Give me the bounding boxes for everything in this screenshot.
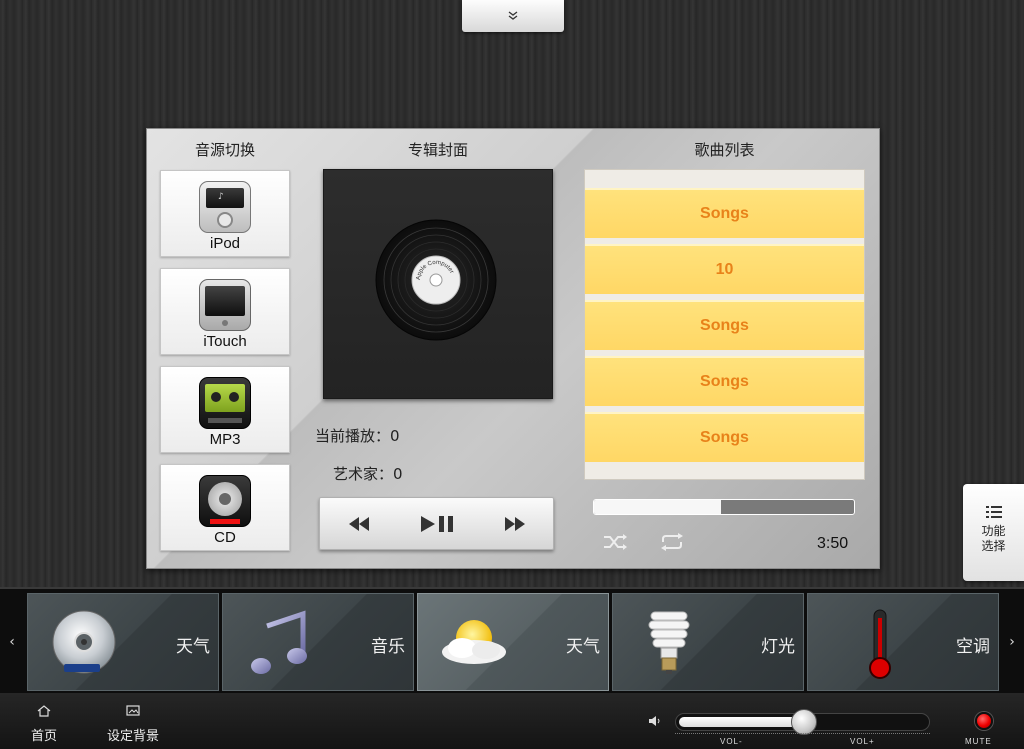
home-label: 首页 xyxy=(30,729,57,744)
artist-row: 艺术家：0 xyxy=(333,463,403,484)
tile-music[interactable]: 音乐 xyxy=(222,593,414,691)
source-mp3-button[interactable]: MP3 xyxy=(160,366,290,453)
tile-weather-1[interactable]: 天气 xyxy=(27,593,219,691)
album-cover: Apple Computer xyxy=(323,169,553,399)
volume-knob[interactable] xyxy=(790,709,817,735)
source-label: iPod xyxy=(209,235,241,252)
picture-icon xyxy=(126,705,140,716)
media-panel: 音源切换 专辑封面 歌曲列表 ♪ iPod iTouch MP3 CD Appl… xyxy=(146,128,880,569)
fast-forward-icon xyxy=(505,517,525,531)
itouch-icon xyxy=(199,279,251,331)
light-bulb-icon xyxy=(648,611,690,674)
play-pause-button[interactable] xyxy=(420,512,456,536)
fast-forward-button[interactable] xyxy=(500,512,530,536)
bottom-bar: 首页 设定背景 VOL- VOL+ MUTE xyxy=(0,693,1024,749)
playback-time: 3:50 xyxy=(817,535,849,552)
artist-label: 艺术家： xyxy=(333,465,394,483)
cd-remote-icon xyxy=(199,475,251,527)
tile-label: 灯光 xyxy=(761,637,795,657)
progress-fill xyxy=(594,500,722,514)
tile-label: 天气 xyxy=(566,637,600,657)
function-label-line1: 功能 xyxy=(981,524,1006,538)
shuffle-icon xyxy=(604,534,627,550)
chevron-left-icon: ‹ xyxy=(9,634,15,650)
volume-fill xyxy=(679,717,804,727)
source-label: iTouch xyxy=(203,333,247,350)
volume-up-label[interactable]: VOL+ xyxy=(850,737,875,746)
rewind-icon xyxy=(349,517,369,531)
repeat-icon xyxy=(661,533,683,551)
mp3-player-icon xyxy=(199,377,251,429)
now-playing-label: 当前播放： xyxy=(315,427,391,445)
chevron-down-icon xyxy=(508,11,518,20)
song-item[interactable]: Songs xyxy=(585,188,864,238)
home-button[interactable]: 首页 xyxy=(28,705,60,744)
thermometer-icon xyxy=(869,609,891,679)
source-label: MP3 xyxy=(209,431,241,448)
playback-progress-bar[interactable] xyxy=(593,499,855,515)
function-label-line2: 选择 xyxy=(981,539,1006,553)
set-background-label: 设定背景 xyxy=(106,729,159,744)
music-note-icon xyxy=(251,610,307,674)
song-item[interactable]: Songs xyxy=(585,300,864,350)
tile-label: 天气 xyxy=(176,637,210,657)
menu-list-icon xyxy=(985,506,1002,518)
song-item[interactable]: Songs xyxy=(585,356,864,406)
scroll-right-button[interactable]: › xyxy=(1000,593,1024,691)
tile-air-conditioning[interactable]: 空调 xyxy=(807,593,999,691)
volume-down-label[interactable]: VOL- xyxy=(720,737,743,746)
weather-sun-cloud-icon xyxy=(442,620,506,664)
set-background-button[interactable]: 设定背景 xyxy=(104,705,162,744)
ipod-icon: ♪ xyxy=(199,181,251,233)
repeat-button[interactable] xyxy=(659,533,685,555)
now-playing-row: 当前播放：0 xyxy=(315,425,400,446)
vinyl-record-icon: Apple Computer xyxy=(375,219,497,341)
function-select-button[interactable]: 功能 选择 xyxy=(963,484,1024,581)
now-playing-value: 0 xyxy=(390,427,400,445)
chevron-right-icon: › xyxy=(1009,634,1015,650)
shuffle-button[interactable] xyxy=(602,533,628,555)
mute-button[interactable] xyxy=(975,712,993,730)
home-icon xyxy=(37,705,51,717)
tile-label: 空调 xyxy=(956,637,990,657)
source-itouch-button[interactable]: iTouch xyxy=(160,268,290,355)
rewind-button[interactable] xyxy=(344,512,374,536)
bluray-disc-icon xyxy=(52,610,116,674)
pull-down-tab[interactable] xyxy=(462,0,564,32)
scroll-left-button[interactable]: ‹ xyxy=(0,593,24,691)
speaker-icon xyxy=(649,716,660,726)
source-ipod-button[interactable]: ♪ iPod xyxy=(160,170,290,257)
source-switch-title: 音源切换 xyxy=(194,141,255,159)
song-list-title: 歌曲列表 xyxy=(694,141,755,159)
song-item[interactable]: 10 xyxy=(585,244,864,294)
playback-controls xyxy=(319,497,554,550)
source-label: CD xyxy=(214,529,236,546)
mute-label: MUTE xyxy=(965,737,992,746)
song-item[interactable]: Songs xyxy=(585,412,864,462)
function-tile-strip: ‹ 天气 音乐 天气 灯光 空调 › xyxy=(0,587,1024,693)
volume-slider[interactable] xyxy=(675,709,930,735)
song-list: Songs 10 Songs Songs Songs xyxy=(584,169,865,480)
tile-lighting[interactable]: 灯光 xyxy=(612,593,804,691)
tile-label: 音乐 xyxy=(371,637,405,657)
album-cover-title: 专辑封面 xyxy=(407,141,468,159)
play-pause-icon xyxy=(421,516,453,532)
tile-weather-2[interactable]: 天气 xyxy=(417,593,609,691)
source-cd-button[interactable]: CD xyxy=(160,464,290,551)
artist-value: 0 xyxy=(393,465,403,483)
